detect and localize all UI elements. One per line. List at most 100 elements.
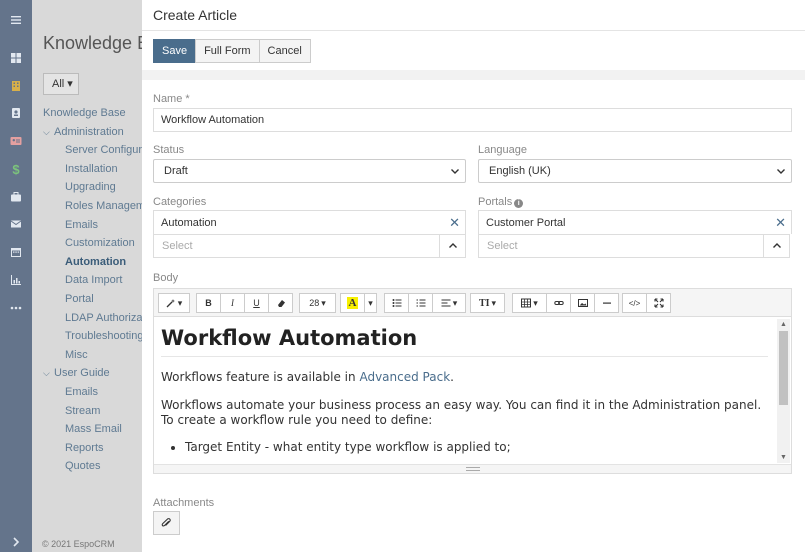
contacts-icon[interactable] bbox=[0, 101, 32, 125]
ordered-list-button[interactable] bbox=[408, 293, 433, 313]
paragraph-align-button[interactable]: ▾ bbox=[432, 293, 466, 313]
expand-icon[interactable] bbox=[0, 530, 32, 552]
code-view-button[interactable]: </> bbox=[622, 293, 647, 313]
text-color-button[interactable]: A bbox=[340, 293, 365, 313]
link-icon bbox=[553, 301, 564, 305]
attach-file-button[interactable] bbox=[153, 511, 180, 535]
tree-item[interactable]: Roles Management bbox=[43, 197, 153, 216]
tree-item[interactable]: Troubleshooting bbox=[43, 327, 153, 346]
name-input[interactable]: Workflow Automation bbox=[153, 108, 792, 132]
portal-item: Customer Portal ✕ bbox=[478, 210, 792, 234]
tree-item-user-guide[interactable]: ⌵ User Guide bbox=[43, 364, 153, 383]
envelope-icon[interactable] bbox=[0, 212, 32, 236]
advanced-pack-link[interactable]: Advanced Pack bbox=[359, 370, 450, 384]
tree-item[interactable]: Emails bbox=[43, 216, 153, 235]
tree-item[interactable]: Stream bbox=[43, 402, 153, 421]
list-item: Target Entity - what entity type workflo… bbox=[185, 440, 769, 454]
link-button[interactable] bbox=[546, 293, 571, 313]
portals-select-input[interactable]: Select bbox=[478, 234, 790, 258]
horizontal-rule-button[interactable] bbox=[594, 293, 619, 313]
info-icon[interactable]: i bbox=[514, 199, 524, 208]
full-form-button[interactable]: Full Form bbox=[195, 39, 260, 63]
chevron-up-icon[interactable] bbox=[763, 235, 789, 257]
language-select[interactable]: English (UK) bbox=[478, 159, 792, 183]
unordered-list-button[interactable] bbox=[384, 293, 409, 313]
scroll-up-icon[interactable]: ▲ bbox=[780, 321, 787, 328]
footer-copyright: © 2021 EspoCRM bbox=[42, 539, 115, 549]
editor-content[interactable]: Workflow Automation Workflows feature is… bbox=[154, 318, 776, 464]
fullscreen-icon bbox=[653, 298, 664, 308]
name-label: Name * bbox=[153, 93, 190, 105]
more-icon[interactable] bbox=[0, 296, 32, 320]
scroll-down-icon[interactable]: ▼ bbox=[780, 454, 787, 461]
content-paragraph: Workflows automate your business process… bbox=[161, 398, 762, 427]
categories-select-input[interactable]: Select bbox=[153, 234, 466, 258]
tree-item[interactable]: Installation bbox=[43, 160, 153, 179]
tree-item-active[interactable]: Automation bbox=[43, 253, 153, 272]
editor-resize-handle[interactable] bbox=[154, 464, 791, 473]
filter-dropdown[interactable]: All ▾ bbox=[43, 73, 79, 95]
body-editor: ▾ B I U 28 ▾ A ▾ ▾ TI ▾ ▾ </> Workflow A… bbox=[153, 288, 792, 474]
image-icon bbox=[577, 299, 588, 307]
editor-scrollbar[interactable]: ▲ ▼ bbox=[777, 319, 790, 463]
tree-item-root[interactable]: Knowledge Base bbox=[43, 104, 153, 123]
calendar-icon[interactable] bbox=[0, 240, 32, 264]
menu-icon[interactable] bbox=[0, 8, 32, 32]
category-item: Automation ✕ bbox=[153, 210, 466, 234]
tree-item[interactable]: LDAP Authorization bbox=[43, 309, 153, 328]
color-dropdown-button[interactable]: ▾ bbox=[364, 293, 377, 313]
dollar-icon[interactable]: $ bbox=[0, 157, 32, 181]
tree-item[interactable]: Quotes bbox=[43, 457, 153, 476]
italic-button[interactable]: I bbox=[220, 293, 245, 313]
chevron-down-icon: ⌵ bbox=[43, 126, 50, 137]
tree-item[interactable]: Data Import bbox=[43, 271, 153, 290]
building-icon[interactable] bbox=[0, 74, 32, 98]
tree-item[interactable]: Upgrading bbox=[43, 178, 153, 197]
status-label: Status bbox=[153, 144, 185, 156]
save-button[interactable]: Save bbox=[153, 39, 197, 63]
body-label: Body bbox=[153, 272, 179, 284]
id-card-icon[interactable] bbox=[0, 129, 32, 153]
language-label: Language bbox=[478, 144, 527, 156]
clear-format-button[interactable] bbox=[268, 293, 293, 313]
numbered-list-icon bbox=[416, 299, 425, 307]
tree-item-administration[interactable]: ⌵ Administration bbox=[43, 123, 153, 142]
tree-item[interactable]: Reports bbox=[43, 439, 153, 458]
table-button[interactable]: ▾ bbox=[512, 293, 547, 313]
chevron-up-icon[interactable] bbox=[439, 235, 465, 257]
fullscreen-button[interactable] bbox=[646, 293, 671, 313]
cancel-button[interactable]: Cancel bbox=[258, 39, 311, 63]
scrollbar-thumb[interactable] bbox=[779, 331, 788, 405]
tree-item[interactable]: Misc bbox=[43, 346, 153, 365]
bullet-list-icon bbox=[392, 299, 401, 307]
remove-icon[interactable]: ✕ bbox=[449, 211, 460, 235]
briefcase-icon[interactable] bbox=[0, 185, 32, 209]
editor-toolbar: ▾ B I U 28 ▾ A ▾ ▾ TI ▾ ▾ </> bbox=[154, 289, 791, 317]
category-tree: Knowledge Base ⌵ Administration Server Co… bbox=[43, 104, 153, 476]
tree-item[interactable]: Emails bbox=[43, 383, 153, 402]
image-button[interactable] bbox=[570, 293, 595, 313]
chevron-down-icon: ⌵ bbox=[43, 368, 50, 379]
content-heading: Workflow Automation bbox=[161, 326, 768, 357]
font-size-button[interactable]: 28 ▾ bbox=[299, 293, 336, 313]
style-button[interactable]: ▾ bbox=[158, 293, 190, 313]
chevron-down-icon bbox=[451, 169, 459, 174]
eraser-icon bbox=[277, 300, 285, 307]
dashboard-icon[interactable] bbox=[0, 46, 32, 70]
status-select[interactable]: Draft bbox=[153, 159, 466, 183]
chart-icon[interactable] bbox=[0, 268, 32, 292]
tree-item[interactable]: Server Configuration bbox=[43, 141, 153, 160]
remove-icon[interactable]: ✕ bbox=[775, 211, 786, 235]
panel-divider bbox=[142, 70, 805, 80]
bold-button[interactable]: B bbox=[196, 293, 221, 313]
paperclip-icon bbox=[161, 517, 171, 526]
portals-label: Portals i bbox=[478, 196, 524, 208]
line-height-button[interactable]: TI ▾ bbox=[470, 293, 505, 313]
tree-item[interactable]: Mass Email bbox=[43, 420, 153, 439]
align-left-icon bbox=[441, 299, 451, 307]
content-paragraph: Workflows feature is available in Advanc… bbox=[161, 370, 454, 384]
underline-button[interactable]: U bbox=[244, 293, 269, 313]
tree-item[interactable]: Portal bbox=[43, 290, 153, 309]
tree-item[interactable]: Customization bbox=[43, 234, 153, 253]
attachments-label: Attachments bbox=[153, 497, 215, 509]
